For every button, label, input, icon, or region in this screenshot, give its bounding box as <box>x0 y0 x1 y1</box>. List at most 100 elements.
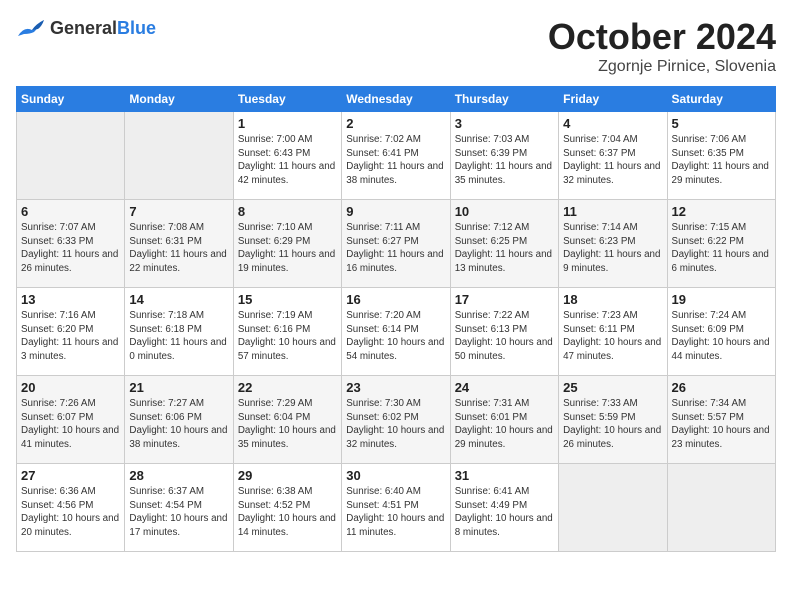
calendar-cell: 6 Sunrise: 7:07 AMSunset: 6:33 PMDaylight… <box>17 200 125 288</box>
daylight-text: Daylight: 11 hours and 29 minutes. <box>672 161 769 186</box>
daylight-text: Daylight: 11 hours and 32 minutes. <box>563 161 660 186</box>
day-info: Sunrise: 7:07 AMSunset: 6:33 PMDaylight:… <box>21 221 120 276</box>
sunset-text: Sunset: 4:56 PM <box>21 500 93 511</box>
sunset-text: Sunset: 6:18 PM <box>129 324 201 335</box>
day-info: Sunrise: 7:23 AMSunset: 6:11 PMDaylight:… <box>563 309 662 364</box>
sunrise-text: Sunrise: 7:20 AM <box>346 310 421 321</box>
day-number: 4 <box>563 116 662 131</box>
weekday-header-friday: Friday <box>559 87 667 112</box>
sunrise-text: Sunrise: 7:22 AM <box>455 310 530 321</box>
calendar-cell: 14Sunrise: 7:18 AMSunset: 6:18 PMDayligh… <box>125 288 233 376</box>
daylight-text: Daylight: 10 hours and 29 minutes. <box>455 425 553 450</box>
day-number: 26 <box>672 380 771 395</box>
daylight-text: Daylight: 10 hours and 8 minutes. <box>455 513 553 538</box>
calendar-cell: 19Sunrise: 7:24 AMSunset: 6:09 PMDayligh… <box>667 288 775 376</box>
day-info: Sunrise: 7:10 AMSunset: 6:29 PMDaylight:… <box>238 221 337 276</box>
day-info: Sunrise: 7:26 AMSunset: 6:07 PMDaylight:… <box>21 397 120 452</box>
day-number: 27 <box>21 468 120 483</box>
sunset-text: Sunset: 6:01 PM <box>455 412 527 423</box>
calendar-cell: 17Sunrise: 7:22 AMSunset: 6:13 PMDayligh… <box>450 288 558 376</box>
sunset-text: Sunset: 6:37 PM <box>563 148 635 159</box>
calendar-cell: 7Sunrise: 7:08 AMSunset: 6:31 PMDaylight… <box>125 200 233 288</box>
sunrise-text: Sunrise: 7:29 AM <box>238 398 313 409</box>
daylight-text: Daylight: 10 hours and 14 minutes. <box>238 513 336 538</box>
daylight-text: Daylight: 10 hours and 44 minutes. <box>672 337 770 362</box>
sunrise-text: Sunrise: 6:36 AM <box>21 486 96 497</box>
day-number: 11 <box>563 204 662 219</box>
sunrise-text: Sunrise: 7:03 AM <box>455 134 530 145</box>
day-number: 21 <box>129 380 228 395</box>
day-number: 31 <box>455 468 554 483</box>
sunrise-text: Sunrise: 7:02 AM <box>346 134 421 145</box>
day-number: 2 <box>346 116 445 131</box>
day-info: Sunrise: 7:04 AM Sunset: 6:37 PM Daylight:… <box>563 133 662 188</box>
sunset-text: Sunset: 4:49 PM <box>455 500 527 511</box>
day-info: Sunrise: 7:18 AMSunset: 6:18 PMDaylight:… <box>129 309 228 364</box>
calendar-cell: 12 Sunrise: 7:15 AMSunset: 6:22 PMDayligh… <box>667 200 775 288</box>
calendar-cell: 9 Sunrise: 7:11 AMSunset: 6:27 PMDaylight… <box>342 200 450 288</box>
day-info: Sunrise: 6:38 AMSunset: 4:52 PMDaylight:… <box>238 485 337 540</box>
day-info: Sunrise: 7:15 AMSunset: 6:22 PMDaylight:… <box>672 221 771 276</box>
logo: GeneralBlue <box>16 16 156 40</box>
sunrise-text: Sunrise: 7:24 AM <box>672 310 747 321</box>
sunrise-text: Sunrise: 6:37 AM <box>129 486 204 497</box>
sunset-text: Sunset: 4:51 PM <box>346 500 418 511</box>
calendar-cell: 1Sunrise: 7:00 AMSunset: 6:43 PMDaylight… <box>233 112 341 200</box>
sunrise-text: Sunrise: 7:04 AM <box>563 134 638 145</box>
daylight-text: Daylight: 10 hours and 54 minutes. <box>346 337 444 362</box>
calendar-week-3: 13Sunrise: 7:16 AMSunset: 6:20 PMDayligh… <box>17 288 776 376</box>
day-number: 9 <box>346 204 445 219</box>
sunrise-text: Sunrise: 7:12 AM <box>455 222 530 233</box>
sunset-text: Sunset: 6:23 PM <box>563 236 635 247</box>
daylight-text: Daylight: 10 hours and 32 minutes. <box>346 425 444 450</box>
daylight-text: Daylight: 11 hours and 19 minutes. <box>238 249 335 274</box>
daylight-text: Daylight: 10 hours and 35 minutes. <box>238 425 336 450</box>
calendar-cell: 24Sunrise: 7:31 AMSunset: 6:01 PMDayligh… <box>450 376 558 464</box>
day-info: Sunrise: 7:29 AMSunset: 6:04 PMDaylight:… <box>238 397 337 452</box>
day-number: 20 <box>21 380 120 395</box>
day-number: 10 <box>455 204 554 219</box>
sunset-text: Sunset: 6:41 PM <box>346 148 418 159</box>
day-info: Sunrise: 6:37 AMSunset: 4:54 PMDaylight:… <box>129 485 228 540</box>
weekday-header-row: SundayMondayTuesdayWednesdayThursdayFrid… <box>17 87 776 112</box>
day-number: 1 <box>238 116 337 131</box>
sunset-text: Sunset: 5:59 PM <box>563 412 635 423</box>
day-info: Sunrise: 7:11 AMSunset: 6:27 PMDaylight:… <box>346 221 445 276</box>
sunrise-text: Sunrise: 7:07 AM <box>21 222 96 233</box>
daylight-text: Daylight: 10 hours and 26 minutes. <box>563 425 661 450</box>
daylight-text: Daylight: 10 hours and 20 minutes. <box>21 513 119 538</box>
calendar-week-2: 6 Sunrise: 7:07 AMSunset: 6:33 PMDaylight… <box>17 200 776 288</box>
day-number: 6 <box>21 204 120 219</box>
sunset-text: Sunset: 6:20 PM <box>21 324 93 335</box>
day-number: 25 <box>563 380 662 395</box>
sunset-text: Sunset: 6:31 PM <box>129 236 201 247</box>
sunset-text: Sunset: 5:57 PM <box>672 412 744 423</box>
calendar-cell: 30Sunrise: 6:40 AMSunset: 4:51 PMDayligh… <box>342 464 450 552</box>
day-info: Sunrise: 7:03 AMSunset: 6:39 PMDaylight:… <box>455 133 554 188</box>
day-info: Sunrise: 7:22 AMSunset: 6:13 PMDaylight:… <box>455 309 554 364</box>
calendar-cell: 28Sunrise: 6:37 AMSunset: 4:54 PMDayligh… <box>125 464 233 552</box>
sunset-text: Sunset: 6:13 PM <box>455 324 527 335</box>
location-subtitle: Zgornje Pirnice, Slovenia <box>548 58 776 76</box>
day-number: 15 <box>238 292 337 307</box>
day-info: Sunrise: 7:34 AMSunset: 5:57 PMDaylight:… <box>672 397 771 452</box>
daylight-text: Daylight: 10 hours and 47 minutes. <box>563 337 661 362</box>
day-info: Sunrise: 7:31 AMSunset: 6:01 PMDaylight:… <box>455 397 554 452</box>
day-info: Sunrise: 7:08 AMSunset: 6:31 PMDaylight:… <box>129 221 228 276</box>
sunrise-text: Sunrise: 7:18 AM <box>129 310 204 321</box>
sunrise-text: Sunrise: 7:27 AM <box>129 398 204 409</box>
calendar-cell <box>667 464 775 552</box>
sunrise-text: Sunrise: 7:10 AM <box>238 222 313 233</box>
sunset-text: Sunset: 6:35 PM <box>672 148 744 159</box>
day-info: Sunrise: 7:24 AMSunset: 6:09 PMDaylight:… <box>672 309 771 364</box>
daylight-text: Daylight: 11 hours and 9 minutes. <box>563 249 660 274</box>
calendar-table: SundayMondayTuesdayWednesdayThursdayFrid… <box>16 86 776 552</box>
calendar-cell: 22Sunrise: 7:29 AMSunset: 6:04 PMDayligh… <box>233 376 341 464</box>
day-info: Sunrise: 7:02 AMSunset: 6:41 PMDaylight:… <box>346 133 445 188</box>
day-number: 12 <box>672 204 771 219</box>
day-info: Sunrise: 6:36 AM Sunset: 4:56 PM Daylight:… <box>21 485 120 540</box>
title-area: October 2024 Zgornje Pirnice, Slovenia <box>548 16 776 76</box>
day-info: Sunrise: 7:19 AMSunset: 6:16 PMDaylight:… <box>238 309 337 364</box>
sunrise-text: Sunrise: 6:40 AM <box>346 486 421 497</box>
day-info: Sunrise: 6:40 AMSunset: 4:51 PMDaylight:… <box>346 485 445 540</box>
